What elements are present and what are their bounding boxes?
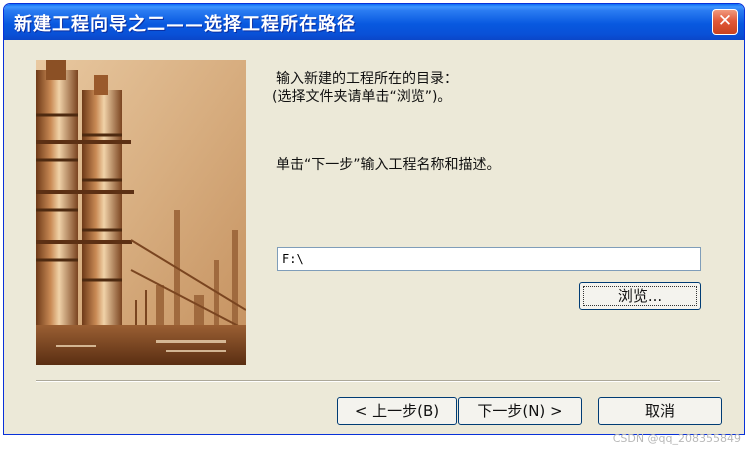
back-button[interactable]: < 上一步(B) [337,397,457,425]
next-button[interactable]: 下一步(N) > [458,397,582,425]
path-input[interactable]: F:\ [277,247,701,271]
window-title: 新建工程向导之二——选择工程所在路径 [14,14,356,35]
watermark: CSDN @qq_208355849 [612,432,741,445]
separator [36,380,720,382]
back-button-label: < 上一步(B) [354,402,440,420]
next-button-label: 下一步(N) > [477,402,563,420]
browse-button-label: 浏览... [617,287,663,305]
close-icon: ✕ [717,11,733,31]
title-bar[interactable]: 新建工程向导之二——选择工程所在路径 ✕ [4,4,744,40]
refinery-illustration [36,60,246,365]
cancel-button[interactable]: 取消 [598,397,722,425]
close-button[interactable]: ✕ [712,9,738,35]
instruction-directory: 输入新建的工程所在的目录： [276,71,458,87]
refinery-image [36,60,246,365]
cancel-button-label: 取消 [644,402,675,420]
instruction-browse-hint: (选择文件夹请单击“浏览”)。 [272,89,452,105]
instruction-next-step: 单击“下一步”输入工程名称和描述。 [276,157,501,173]
wizard-dialog: 新建工程向导之二——选择工程所在路径 ✕ 输入新建的工程所在的目录： (选择文件… [3,3,745,435]
browse-button[interactable]: 浏览... [579,282,701,310]
